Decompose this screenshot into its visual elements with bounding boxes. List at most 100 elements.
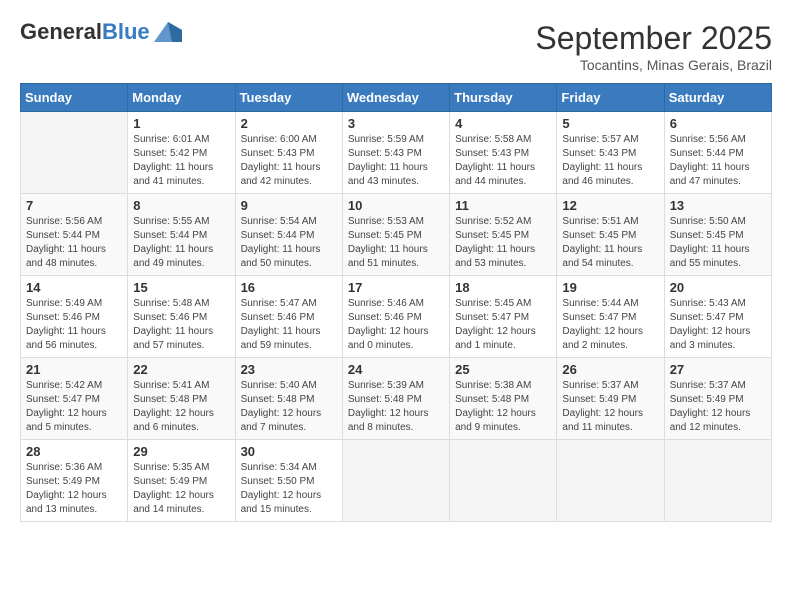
calendar-week-row: 14Sunrise: 5:49 AM Sunset: 5:46 PM Dayli… xyxy=(21,276,772,358)
calendar-week-row: 7 Sunrise: 5:56 AM Sunset: 5:44 PM Daylig… xyxy=(21,194,772,276)
day-number: 10 xyxy=(348,198,444,213)
day-number: 29 xyxy=(133,444,229,459)
calendar-cell: 3Sunrise: 5:59 AM Sunset: 5:43 PM Daylig… xyxy=(342,112,449,194)
day-info: Sunrise: 5:58 AM Sunset: 5:43 PM Dayligh… xyxy=(455,133,551,189)
calendar-cell: 7 Sunrise: 5:56 AM Sunset: 5:44 PM Daylig… xyxy=(21,194,128,276)
calendar-week-row: 28 Sunrise: 5:36 AM Sunset: 5:49 PM Dayli… xyxy=(21,440,772,522)
calendar-cell: 16 Sunrise: 5:47 AM Sunset: 5:46 PM Dayli… xyxy=(235,276,342,358)
day-info: Sunrise: 5:55 AM Sunset: 5:44 PM Dayligh… xyxy=(133,215,229,271)
calendar-cell: 19 Sunrise: 5:44 AM Sunset: 5:47 PM Dayli… xyxy=(557,276,664,358)
day-number: 7 xyxy=(26,198,122,213)
calendar-week-row: 21Sunrise: 5:42 AM Sunset: 5:47 PM Dayli… xyxy=(21,358,772,440)
calendar-cell xyxy=(557,440,664,522)
day-number: 28 xyxy=(26,444,122,459)
logo-text: GeneralBlue xyxy=(20,20,150,44)
day-number: 3 xyxy=(348,116,444,131)
calendar-cell: 9 Sunrise: 5:54 AM Sunset: 5:44 PM Daylig… xyxy=(235,194,342,276)
calendar-cell: 2 Sunrise: 6:00 AM Sunset: 5:43 PM Daylig… xyxy=(235,112,342,194)
day-number: 11 xyxy=(455,198,551,213)
logo-icon xyxy=(154,22,182,42)
day-info: Sunrise: 5:47 AM Sunset: 5:46 PM Dayligh… xyxy=(241,297,337,353)
day-number: 17 xyxy=(348,280,444,295)
day-info: Sunrise: 5:52 AM Sunset: 5:45 PM Dayligh… xyxy=(455,215,551,271)
day-number: 30 xyxy=(241,444,337,459)
day-info: Sunrise: 5:43 AM Sunset: 5:47 PM Dayligh… xyxy=(670,297,766,353)
calendar-cell xyxy=(342,440,449,522)
calendar-cell: 15Sunrise: 5:48 AM Sunset: 5:46 PM Dayli… xyxy=(128,276,235,358)
calendar-cell: 17 Sunrise: 5:46 AM Sunset: 5:46 PM Dayli… xyxy=(342,276,449,358)
day-of-week-header: Saturday xyxy=(664,84,771,112)
day-number: 6 xyxy=(670,116,766,131)
day-info: Sunrise: 5:35 AM Sunset: 5:49 PM Dayligh… xyxy=(133,461,229,517)
calendar-cell: 14Sunrise: 5:49 AM Sunset: 5:46 PM Dayli… xyxy=(21,276,128,358)
day-number: 21 xyxy=(26,362,122,377)
day-info: Sunrise: 5:37 AM Sunset: 5:49 PM Dayligh… xyxy=(670,379,766,435)
day-info: Sunrise: 5:45 AM Sunset: 5:47 PM Dayligh… xyxy=(455,297,551,353)
calendar-header-row: SundayMondayTuesdayWednesdayThursdayFrid… xyxy=(21,84,772,112)
calendar-cell: 23Sunrise: 5:40 AM Sunset: 5:48 PM Dayli… xyxy=(235,358,342,440)
day-info: Sunrise: 5:38 AM Sunset: 5:48 PM Dayligh… xyxy=(455,379,551,435)
calendar-cell: 24 Sunrise: 5:39 AM Sunset: 5:48 PM Dayli… xyxy=(342,358,449,440)
calendar-cell: 29 Sunrise: 5:35 AM Sunset: 5:49 PM Dayli… xyxy=(128,440,235,522)
day-number: 23 xyxy=(241,362,337,377)
calendar-cell: 5Sunrise: 5:57 AM Sunset: 5:43 PM Daylig… xyxy=(557,112,664,194)
day-number: 2 xyxy=(241,116,337,131)
calendar-cell: 11 Sunrise: 5:52 AM Sunset: 5:45 PM Dayli… xyxy=(450,194,557,276)
subtitle: Tocantins, Minas Gerais, Brazil xyxy=(535,57,772,73)
calendar-cell xyxy=(21,112,128,194)
day-of-week-header: Wednesday xyxy=(342,84,449,112)
day-number: 8 xyxy=(133,198,229,213)
day-info: Sunrise: 5:44 AM Sunset: 5:47 PM Dayligh… xyxy=(562,297,658,353)
day-number: 19 xyxy=(562,280,658,295)
day-info: Sunrise: 5:39 AM Sunset: 5:48 PM Dayligh… xyxy=(348,379,444,435)
calendar-week-row: 1 Sunrise: 6:01 AM Sunset: 5:42 PM Daylig… xyxy=(21,112,772,194)
calendar-cell xyxy=(450,440,557,522)
calendar-cell: 4Sunrise: 5:58 AM Sunset: 5:43 PM Daylig… xyxy=(450,112,557,194)
day-info: Sunrise: 6:00 AM Sunset: 5:43 PM Dayligh… xyxy=(241,133,337,189)
calendar-cell: 26 Sunrise: 5:37 AM Sunset: 5:49 PM Dayli… xyxy=(557,358,664,440)
day-info: Sunrise: 5:56 AM Sunset: 5:44 PM Dayligh… xyxy=(670,133,766,189)
day-number: 25 xyxy=(455,362,551,377)
day-info: Sunrise: 5:56 AM Sunset: 5:44 PM Dayligh… xyxy=(26,215,122,271)
calendar-cell: 22Sunrise: 5:41 AM Sunset: 5:48 PM Dayli… xyxy=(128,358,235,440)
day-number: 26 xyxy=(562,362,658,377)
day-number: 27 xyxy=(670,362,766,377)
calendar-cell: 27 Sunrise: 5:37 AM Sunset: 5:49 PM Dayli… xyxy=(664,358,771,440)
day-info: Sunrise: 5:34 AM Sunset: 5:50 PM Dayligh… xyxy=(241,461,337,517)
day-number: 24 xyxy=(348,362,444,377)
day-info: Sunrise: 6:01 AM Sunset: 5:42 PM Dayligh… xyxy=(133,133,229,189)
day-of-week-header: Tuesday xyxy=(235,84,342,112)
day-info: Sunrise: 5:54 AM Sunset: 5:44 PM Dayligh… xyxy=(241,215,337,271)
calendar-cell: 10 Sunrise: 5:53 AM Sunset: 5:45 PM Dayli… xyxy=(342,194,449,276)
day-of-week-header: Sunday xyxy=(21,84,128,112)
day-number: 9 xyxy=(241,198,337,213)
calendar-cell: 6 Sunrise: 5:56 AM Sunset: 5:44 PM Daylig… xyxy=(664,112,771,194)
day-of-week-header: Monday xyxy=(128,84,235,112)
calendar-cell: 21Sunrise: 5:42 AM Sunset: 5:47 PM Dayli… xyxy=(21,358,128,440)
day-number: 5 xyxy=(562,116,658,131)
day-of-week-header: Thursday xyxy=(450,84,557,112)
day-info: Sunrise: 5:41 AM Sunset: 5:48 PM Dayligh… xyxy=(133,379,229,435)
calendar-cell xyxy=(664,440,771,522)
calendar-cell: 12Sunrise: 5:51 AM Sunset: 5:45 PM Dayli… xyxy=(557,194,664,276)
day-number: 15 xyxy=(133,280,229,295)
calendar-cell: 25 Sunrise: 5:38 AM Sunset: 5:48 PM Dayli… xyxy=(450,358,557,440)
month-title: September 2025 xyxy=(535,20,772,57)
day-number: 14 xyxy=(26,280,122,295)
day-number: 1 xyxy=(133,116,229,131)
day-of-week-header: Friday xyxy=(557,84,664,112)
page-header: GeneralBlue September 2025 Tocantins, Mi… xyxy=(20,20,772,73)
calendar-cell: 8 Sunrise: 5:55 AM Sunset: 5:44 PM Daylig… xyxy=(128,194,235,276)
day-number: 13 xyxy=(670,198,766,213)
day-number: 18 xyxy=(455,280,551,295)
day-info: Sunrise: 5:46 AM Sunset: 5:46 PM Dayligh… xyxy=(348,297,444,353)
calendar-cell: 20Sunrise: 5:43 AM Sunset: 5:47 PM Dayli… xyxy=(664,276,771,358)
day-info: Sunrise: 5:53 AM Sunset: 5:45 PM Dayligh… xyxy=(348,215,444,271)
day-number: 16 xyxy=(241,280,337,295)
title-block: September 2025 Tocantins, Minas Gerais, … xyxy=(535,20,772,73)
day-info: Sunrise: 5:36 AM Sunset: 5:49 PM Dayligh… xyxy=(26,461,122,517)
day-info: Sunrise: 5:37 AM Sunset: 5:49 PM Dayligh… xyxy=(562,379,658,435)
calendar-cell: 18 Sunrise: 5:45 AM Sunset: 5:47 PM Dayli… xyxy=(450,276,557,358)
calendar-cell: 13 Sunrise: 5:50 AM Sunset: 5:45 PM Dayli… xyxy=(664,194,771,276)
day-info: Sunrise: 5:50 AM Sunset: 5:45 PM Dayligh… xyxy=(670,215,766,271)
